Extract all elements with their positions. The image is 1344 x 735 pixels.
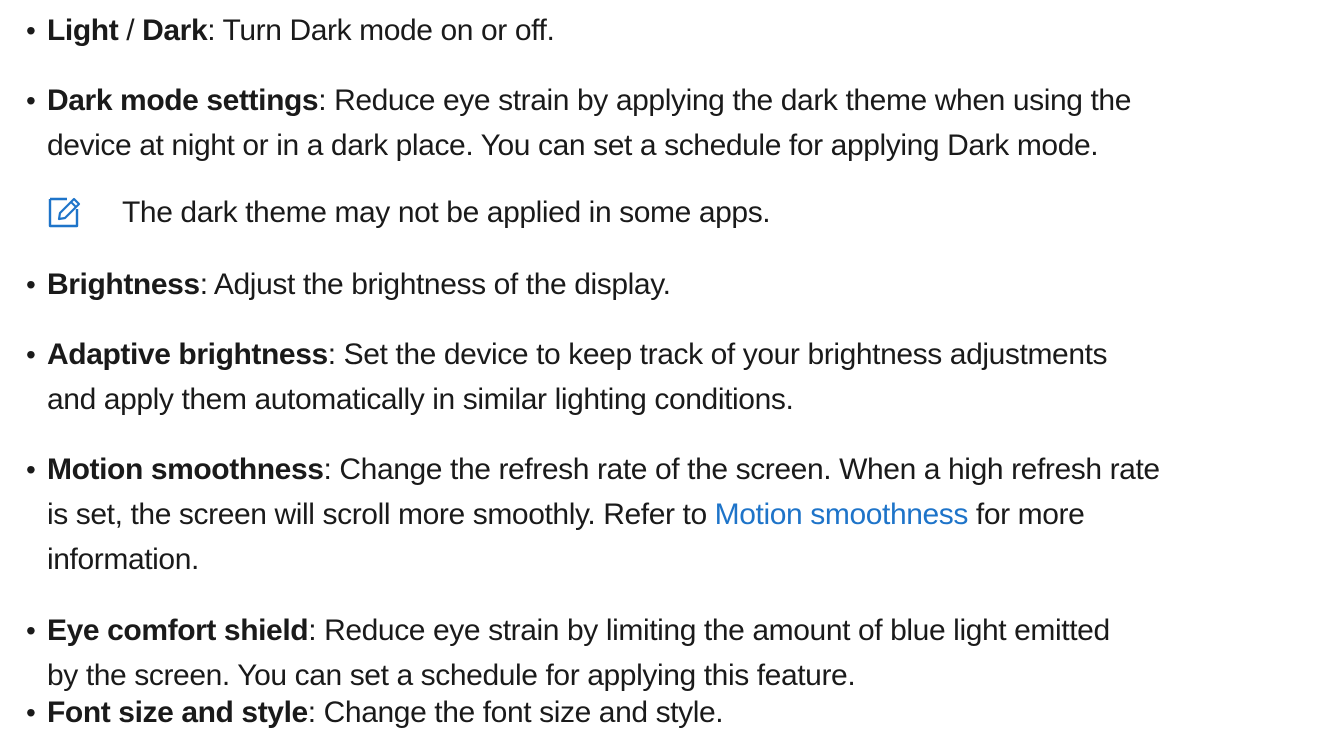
bullet: • bbox=[26, 269, 36, 300]
item-text: Light / Dark: Turn Dark mode on or off. bbox=[47, 8, 1337, 53]
description-line-1: : Reduce eye strain by applying the dark… bbox=[318, 84, 1131, 117]
separator: / bbox=[118, 14, 143, 47]
item-text: Motion smoothness: Change the refresh ra… bbox=[47, 447, 1337, 582]
term: Brightness bbox=[47, 268, 200, 301]
term: Adaptive brightness bbox=[47, 338, 328, 371]
bullet: • bbox=[26, 15, 36, 46]
term: Font size and style bbox=[47, 696, 308, 729]
description-after-link: for more bbox=[968, 498, 1085, 531]
item-text: Dark mode settings: Reduce eye strain by… bbox=[47, 78, 1337, 168]
item-text: Adaptive brightness: Set the device to k… bbox=[47, 332, 1337, 422]
description: : Change the font size and style. bbox=[307, 696, 724, 729]
bullet: • bbox=[26, 339, 36, 370]
bullet: • bbox=[26, 615, 36, 646]
item-text: Eye comfort shield: Reduce eye strain by… bbox=[47, 608, 1337, 698]
bullet: • bbox=[26, 454, 36, 485]
term-light: Light bbox=[47, 14, 119, 47]
description-line-2: is set, the screen will scroll more smoo… bbox=[47, 498, 715, 531]
term: Eye comfort shield bbox=[47, 614, 309, 647]
description: : Turn Dark mode on or off. bbox=[207, 14, 555, 47]
term: Dark mode settings bbox=[47, 84, 319, 117]
bullet: • bbox=[26, 85, 36, 116]
description-line-1: : Set the device to keep track of your b… bbox=[327, 338, 1108, 371]
description-line-2: and apply them automatically in similar … bbox=[47, 383, 794, 416]
note-pencil-icon bbox=[48, 197, 81, 228]
description-line-1: : Reduce eye strain by limiting the amou… bbox=[308, 614, 1110, 647]
manual-page: • Light / Dark: Turn Dark mode on or off… bbox=[0, 0, 1344, 729]
item-text: Brightness: Adjust the brightness of the… bbox=[47, 262, 1337, 307]
note: The dark theme may not be applied in som… bbox=[47, 190, 1297, 235]
description-line-2: device at night or in a dark place. You … bbox=[47, 129, 1099, 162]
motion-smoothness-link[interactable]: Motion smoothness bbox=[715, 498, 969, 531]
item-text: Font size and style: Change the font siz… bbox=[47, 690, 1337, 735]
term-dark: Dark bbox=[142, 14, 208, 47]
description: : Adjust the brightness of the display. bbox=[199, 268, 671, 301]
description-line-3: information. bbox=[47, 543, 199, 576]
bullet: • bbox=[26, 697, 36, 728]
term: Motion smoothness bbox=[47, 453, 324, 486]
description-line-2: by the screen. You can set a schedule fo… bbox=[47, 659, 856, 692]
note-text: The dark theme may not be applied in som… bbox=[122, 196, 771, 229]
description-line-1: : Change the refresh rate of the screen.… bbox=[323, 453, 1161, 486]
